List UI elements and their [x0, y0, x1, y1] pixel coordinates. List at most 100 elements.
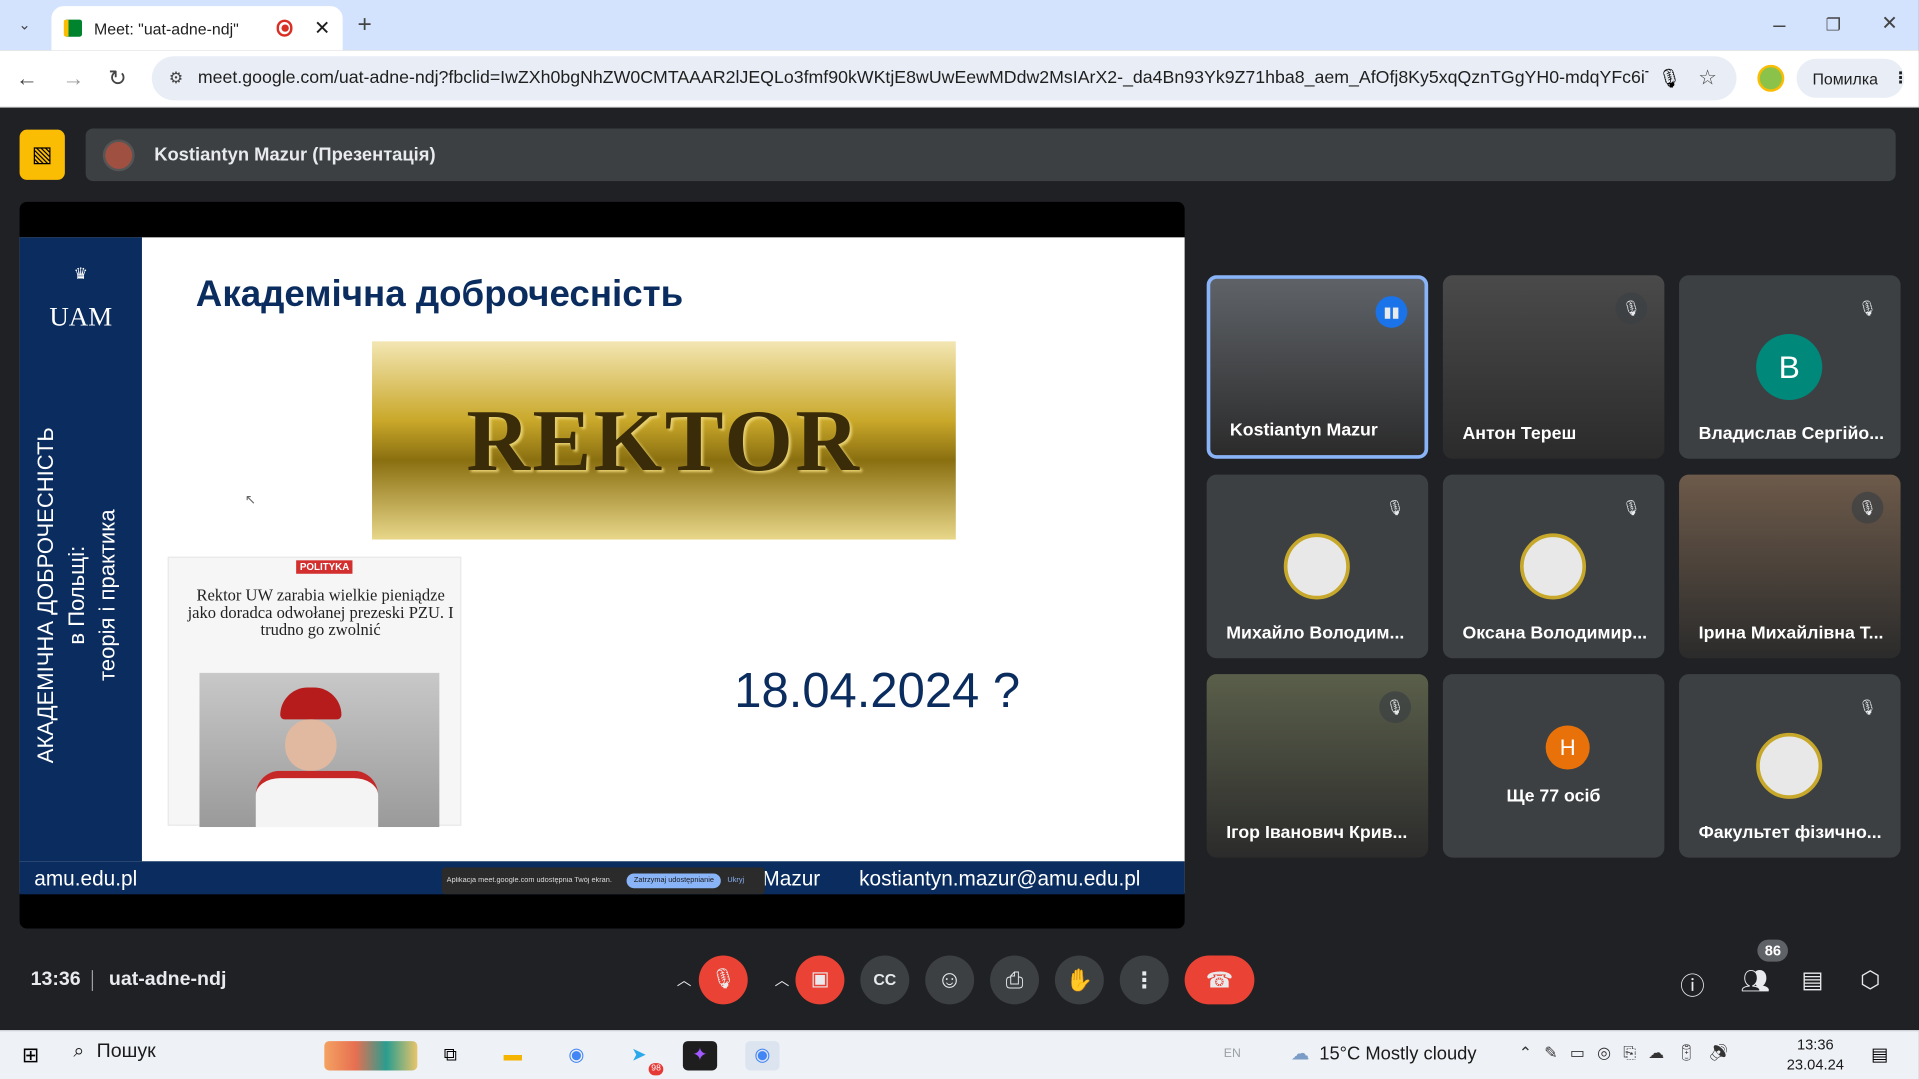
- task-view-icon[interactable]: ⧉: [433, 1041, 467, 1070]
- participant-avatar: B: [1756, 333, 1823, 401]
- language-indicator[interactable]: EN: [1224, 1047, 1241, 1060]
- uam-eagle-icon: ♛: [73, 264, 88, 283]
- browser-tab[interactable]: Meet: "uat-adne-ndj" ✕: [51, 6, 343, 51]
- participant-tile[interactable]: Оксана Володимир... 🎙︎: [1442, 474, 1665, 659]
- participant-tile[interactable]: B Владислав Сергійо... 🎙︎: [1679, 275, 1901, 459]
- presentation-off-icon[interactable]: ▧: [19, 129, 65, 180]
- microphone-icon[interactable]: 🎙: [1658, 67, 1681, 90]
- participant-avatar: [1756, 732, 1823, 799]
- back-icon[interactable]: ←: [15, 66, 39, 90]
- presenter-label: Kostiantyn Mazur (Презентація): [154, 144, 436, 166]
- chrome-icon[interactable]: ◉: [559, 1041, 593, 1070]
- weather-widget[interactable]: ☁ 15°C Mostly cloudy: [1291, 1042, 1476, 1064]
- participant-tile[interactable]: Ігор Іванович Крив... 🎙︎: [1206, 674, 1429, 858]
- participant-tile[interactable]: Антон Тереш 🎙︎: [1442, 275, 1665, 459]
- windows-taskbar: ⊞ ⌕ Пошук ⧉ ▬ ◉ ➤ 98 ✦ ◉ EN ☁ 15°C Mostly…: [0, 1030, 1919, 1079]
- participant-tile[interactable]: H Ще 77 осіб: [1442, 674, 1665, 858]
- participant-name: Факультет фізично...: [1698, 823, 1882, 843]
- error-button[interactable]: Помилка ⋮: [1796, 58, 1909, 98]
- video-options-chevron-icon[interactable]: ︿: [769, 955, 796, 1004]
- participants-count-badge: 86: [1757, 939, 1789, 962]
- side-text-line-2: в Польщі:: [64, 545, 89, 645]
- taskbar-clock[interactable]: 13:36 23.04.24: [1787, 1035, 1844, 1074]
- window-close-icon[interactable]: ✕: [1877, 12, 1901, 36]
- search-label: Пошук: [96, 1041, 156, 1062]
- reload-icon[interactable]: ↻: [105, 66, 129, 90]
- participant-name: Ігор Іванович Крив...: [1226, 823, 1408, 843]
- cloudy-weather-icon: ☁: [1291, 1043, 1310, 1065]
- divider: [91, 970, 94, 991]
- mic-muted-icon: 🎙︎: [1615, 292, 1648, 325]
- meet-favicon-icon: [63, 19, 82, 37]
- telegram-icon[interactable]: ➤ 98: [622, 1041, 664, 1076]
- footer-name: Mazur: [762, 867, 821, 891]
- camera-off-button[interactable]: ▣: [795, 955, 845, 1005]
- slide-sidebar: ♛ UAM АКАДЕМІЧНА ДОБРОЧЕСНІСТЬ в Польщі:…: [19, 237, 142, 862]
- participant-tile[interactable]: Факультет фізично... 🎙︎: [1679, 674, 1901, 858]
- article-headline: Rektor UW zarabia wielkie pieniądze jako…: [187, 586, 454, 639]
- captions-button[interactable]: CC: [860, 955, 910, 1005]
- chat-icon[interactable]: ▤: [1801, 966, 1823, 994]
- emoji-button[interactable]: ☺: [925, 955, 975, 1005]
- minimize-icon[interactable]: –: [1767, 12, 1791, 36]
- raise-hand-button[interactable]: ✋: [1054, 955, 1104, 1005]
- speaking-indicator-icon: ▮▮: [1375, 296, 1408, 328]
- notifications-icon[interactable]: ▤: [1863, 1041, 1897, 1070]
- books-widget-icon[interactable]: [324, 1041, 418, 1071]
- rector-photo: [199, 672, 440, 828]
- file-explorer-icon[interactable]: ▬: [496, 1041, 530, 1070]
- leave-call-button[interactable]: ☎: [1184, 955, 1255, 1005]
- stop-sharing-button[interactable]: Zatrzymaj udostępnianie: [626, 873, 722, 889]
- clock-time: 13:36: [1796, 1036, 1834, 1054]
- participant-tile[interactable]: Ірина Михайлівна Т... 🎙︎: [1679, 474, 1901, 659]
- microphone-off-button[interactable]: 🎙︎: [698, 955, 748, 1005]
- taskbar-search[interactable]: ⌕ Пошук: [73, 1041, 155, 1063]
- url-text[interactable]: meet.google.com/uat-adne-ndj?fbclid=IwZX…: [198, 69, 1648, 89]
- side-text-line-3: теорія і практика: [94, 509, 120, 681]
- recording-icon: [276, 19, 292, 37]
- search-icon: ⌕: [73, 1041, 85, 1062]
- mouse-cursor-icon: ↖: [244, 493, 257, 508]
- captions-icon: CC: [873, 970, 897, 989]
- participant-name: Владислав Сергійо...: [1698, 424, 1885, 445]
- participant-name: Михайло Володим...: [1226, 623, 1405, 644]
- chrome-active-icon[interactable]: ◉: [745, 1041, 780, 1071]
- participant-name: Ірина Михайлівна Т...: [1698, 623, 1884, 644]
- article-screenshot: POLITYKA Rektor UW zarabia wielkie pieni…: [167, 556, 462, 828]
- meeting-info-icon[interactable]: ⓘ: [1680, 966, 1704, 1001]
- present-button[interactable]: ⎙: [990, 955, 1040, 1005]
- address-bar[interactable]: ⚙ meet.google.com/uat-adne-ndj?fbclid=Iw…: [151, 56, 1737, 101]
- browser-toolbar: ← → ↻ ⚙ meet.google.com/uat-adne-ndj?fbc…: [0, 50, 1919, 108]
- bookmark-star-icon[interactable]: ☆: [1698, 66, 1717, 90]
- site-info-icon[interactable]: ⚙: [169, 69, 183, 89]
- telegram-badge: 98: [648, 1063, 664, 1076]
- restore-icon[interactable]: ❐: [1821, 12, 1845, 36]
- tab-search-icon[interactable]: ⌄: [12, 12, 36, 36]
- new-tab-icon[interactable]: +: [352, 12, 376, 36]
- profile-avatar[interactable]: [1757, 64, 1785, 92]
- share-bar-text: Aplikacja meet.google.com udostępnia Twó…: [446, 877, 612, 885]
- audio-options-chevron-icon[interactable]: ︿: [671, 955, 698, 1004]
- hide-share-bar-link[interactable]: Ukryj: [727, 877, 744, 884]
- more-menu-icon[interactable]: ⋮: [1893, 69, 1909, 89]
- participant-name: Антон Тереш: [1462, 424, 1577, 445]
- participant-avatar: H: [1545, 725, 1590, 770]
- participant-tile[interactable]: Михайло Володим... 🎙︎: [1206, 474, 1429, 659]
- participant-tile[interactable]: Kostiantyn Mazur ▮▮: [1206, 275, 1429, 459]
- forward-icon[interactable]: →: [61, 66, 85, 90]
- figma-icon[interactable]: ✦: [682, 1041, 718, 1071]
- activities-icon[interactable]: ⬡: [1860, 966, 1880, 994]
- people-icon[interactable]: 👥︎: [1740, 966, 1770, 995]
- rector-face: [285, 719, 337, 771]
- rector-cap: [280, 687, 342, 720]
- clock-date: 23.04.24: [1786, 1055, 1844, 1073]
- rektor-image-text: REKTOR: [466, 390, 862, 489]
- more-options-button[interactable]: ⋮: [1119, 955, 1169, 1005]
- participant-name: Kostiantyn Mazur: [1229, 420, 1378, 441]
- presenter-chip[interactable]: Kostiantyn Mazur (Презентація): [85, 128, 1896, 182]
- system-tray-icons[interactable]: ⌃✎▭◎⎘☁🔋︎🔊︎: [1519, 1044, 1742, 1064]
- tab-close-icon[interactable]: ✕: [314, 16, 330, 40]
- windows-start-icon[interactable]: ⊞: [13, 1041, 47, 1070]
- meeting-time: 13:36: [30, 968, 81, 990]
- weather-text: 15°C Mostly cloudy: [1319, 1042, 1477, 1064]
